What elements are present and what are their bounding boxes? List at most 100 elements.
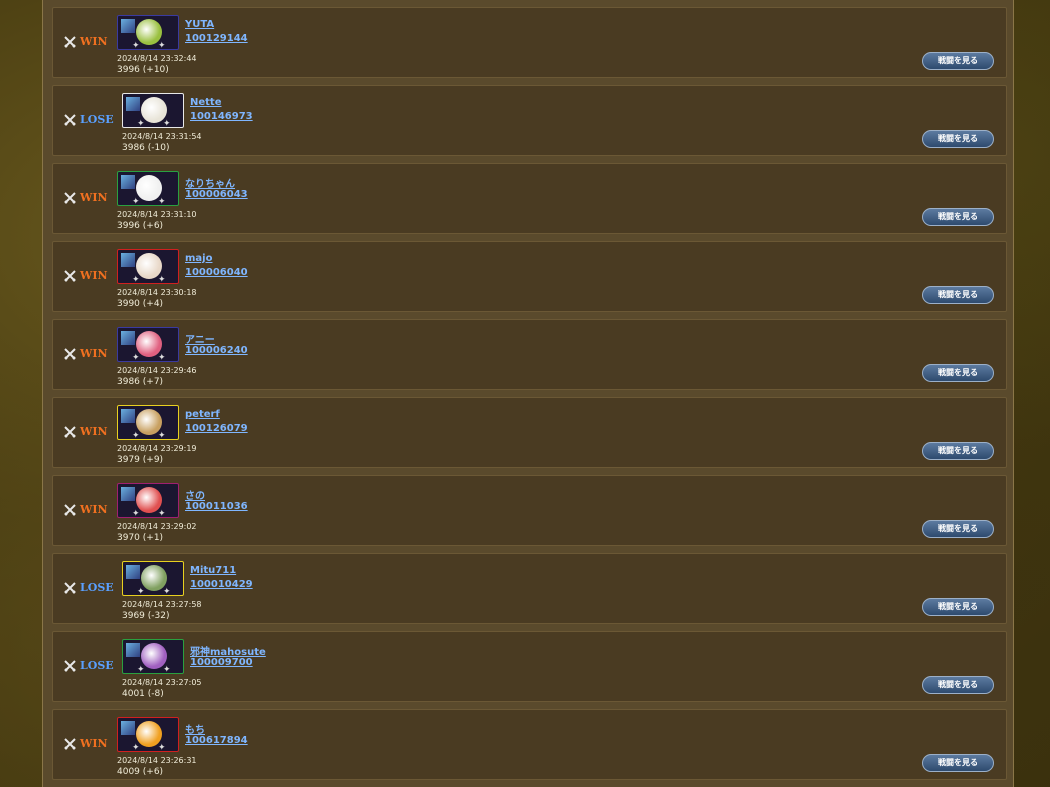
class-emblem-icon xyxy=(121,409,135,423)
star-icon: ✦ xyxy=(132,509,140,518)
battle-result: LOSE xyxy=(64,659,114,672)
player-id-link[interactable]: 100010429 xyxy=(190,579,253,590)
battle-result: WIN xyxy=(64,35,108,48)
player-name-link[interactable]: Nette xyxy=(190,97,222,108)
star-icon: ✦ xyxy=(163,665,171,674)
class-emblem-icon xyxy=(126,97,140,111)
avatar[interactable]: ✦ ✦ xyxy=(117,405,179,440)
rating-score: 3986 (+7) xyxy=(117,377,164,387)
result-label: WIN xyxy=(80,503,108,516)
avatar[interactable]: ✦ ✦ xyxy=(122,639,184,674)
player-id-link[interactable]: 100006043 xyxy=(185,189,248,200)
player-name-link[interactable]: Mitu711 xyxy=(190,565,236,576)
player-id-link[interactable]: 100006240 xyxy=(185,345,248,356)
player-name-link[interactable]: なりちゃん xyxy=(185,175,235,190)
star-icon: ✦ xyxy=(158,509,166,518)
rating-score: 4009 (+6) xyxy=(117,767,164,777)
view-battle-button[interactable]: 戦闘を見る xyxy=(922,676,994,694)
result-label: WIN xyxy=(80,269,108,282)
player-id-link[interactable]: 100011036 xyxy=(185,501,248,512)
star-icon: ✦ xyxy=(132,197,140,206)
rating-score: 3996 (+10) xyxy=(117,65,169,75)
star-icon: ✦ xyxy=(158,353,166,362)
player-id-link[interactable]: 100009700 xyxy=(190,657,253,668)
battle-history-panel: WIN ✦ ✦ YUTA 100129144 2024/8/14 23:32:4… xyxy=(42,0,1014,787)
view-battle-button[interactable]: 戦闘を見る xyxy=(922,520,994,538)
result-label: WIN xyxy=(80,347,108,360)
player-name-link[interactable]: peterf xyxy=(185,409,220,420)
result-label: WIN xyxy=(80,35,108,48)
star-icon: ✦ xyxy=(158,197,166,206)
battle-row: WIN ✦ ✦ majo 100006040 2024/8/14 23:30:1… xyxy=(52,241,1007,312)
battle-row: LOSE ✦ ✦ Nette 100146973 2024/8/14 23:31… xyxy=(52,85,1007,156)
battle-row: WIN ✦ ✦ もち 100617894 2024/8/14 23:26:31 … xyxy=(52,709,1007,780)
star-icon: ✦ xyxy=(163,119,171,128)
class-emblem-icon xyxy=(121,721,135,735)
player-name-link[interactable]: majo xyxy=(185,253,212,264)
star-icon: ✦ xyxy=(163,587,171,596)
rating-score: 3979 (+9) xyxy=(117,455,164,465)
avatar[interactable]: ✦ ✦ xyxy=(117,249,179,284)
player-name-link[interactable]: もち xyxy=(185,721,205,736)
battle-row: LOSE ✦ ✦ Mitu711 100010429 2024/8/14 23:… xyxy=(52,553,1007,624)
avatar[interactable]: ✦ ✦ xyxy=(117,327,179,362)
rating-score: 4001 (-8) xyxy=(122,689,164,699)
star-icon: ✦ xyxy=(132,275,140,284)
crossed-swords-icon xyxy=(64,581,76,594)
avatar[interactable]: ✦ ✦ xyxy=(117,717,179,752)
star-icon: ✦ xyxy=(132,353,140,362)
battle-datetime: 2024/8/14 23:32:44 xyxy=(117,54,197,63)
player-id-link[interactable]: 100126079 xyxy=(185,423,248,434)
player-id-link[interactable]: 100006040 xyxy=(185,267,248,278)
player-name-link[interactable]: アニー xyxy=(185,331,215,346)
view-battle-button[interactable]: 戦闘を見る xyxy=(922,130,994,148)
view-battle-button[interactable]: 戦闘を見る xyxy=(922,286,994,304)
battle-datetime: 2024/8/14 23:29:46 xyxy=(117,366,197,375)
player-id-link[interactable]: 100146973 xyxy=(190,111,253,122)
player-name-link[interactable]: 邪神mahosute xyxy=(190,643,266,658)
view-battle-button[interactable]: 戦闘を見る xyxy=(922,52,994,70)
avatar[interactable]: ✦ ✦ xyxy=(117,483,179,518)
star-icon: ✦ xyxy=(137,665,145,674)
star-icon: ✦ xyxy=(137,587,145,596)
player-id-link[interactable]: 100129144 xyxy=(185,33,248,44)
class-emblem-icon xyxy=(121,487,135,501)
player-id-link[interactable]: 100617894 xyxy=(185,735,248,746)
view-battle-button[interactable]: 戦闘を見る xyxy=(922,364,994,382)
view-battle-button[interactable]: 戦闘を見る xyxy=(922,208,994,226)
crossed-swords-icon xyxy=(64,659,76,672)
crossed-swords-icon xyxy=(64,191,76,204)
result-label: WIN xyxy=(80,425,108,438)
view-battle-button[interactable]: 戦闘を見る xyxy=(922,754,994,772)
battle-datetime: 2024/8/14 23:29:02 xyxy=(117,522,197,531)
battle-row: LOSE ✦ ✦ 邪神mahosute 100009700 2024/8/14 … xyxy=(52,631,1007,702)
star-icon: ✦ xyxy=(158,41,166,50)
result-label: WIN xyxy=(80,191,108,204)
avatar[interactable]: ✦ ✦ xyxy=(122,93,184,128)
avatar[interactable]: ✦ ✦ xyxy=(122,561,184,596)
rating-score: 3970 (+1) xyxy=(117,533,164,543)
player-name-link[interactable]: YUTA xyxy=(185,19,214,30)
avatar[interactable]: ✦ ✦ xyxy=(117,171,179,206)
result-label: LOSE xyxy=(80,659,114,672)
crossed-swords-icon xyxy=(64,737,76,750)
battle-result: LOSE xyxy=(64,113,114,126)
view-battle-button[interactable]: 戦闘を見る xyxy=(922,598,994,616)
battle-datetime: 2024/8/14 23:27:05 xyxy=(122,678,202,687)
battle-datetime: 2024/8/14 23:30:18 xyxy=(117,288,197,297)
battle-result: WIN xyxy=(64,269,108,282)
battle-result: WIN xyxy=(64,503,108,516)
class-emblem-icon xyxy=(121,175,135,189)
battle-datetime: 2024/8/14 23:27:58 xyxy=(122,600,202,609)
view-battle-button[interactable]: 戦闘を見る xyxy=(922,442,994,460)
result-label: LOSE xyxy=(80,581,114,594)
player-name-link[interactable]: さの xyxy=(185,487,205,502)
crossed-swords-icon xyxy=(64,347,76,360)
battle-datetime: 2024/8/14 23:29:19 xyxy=(117,444,197,453)
crossed-swords-icon xyxy=(64,425,76,438)
battle-datetime: 2024/8/14 23:31:54 xyxy=(122,132,202,141)
star-icon: ✦ xyxy=(158,431,166,440)
avatar[interactable]: ✦ ✦ xyxy=(117,15,179,50)
rating-score: 3990 (+4) xyxy=(117,299,164,309)
battle-row: WIN ✦ ✦ さの 100011036 2024/8/14 23:29:02 … xyxy=(52,475,1007,546)
